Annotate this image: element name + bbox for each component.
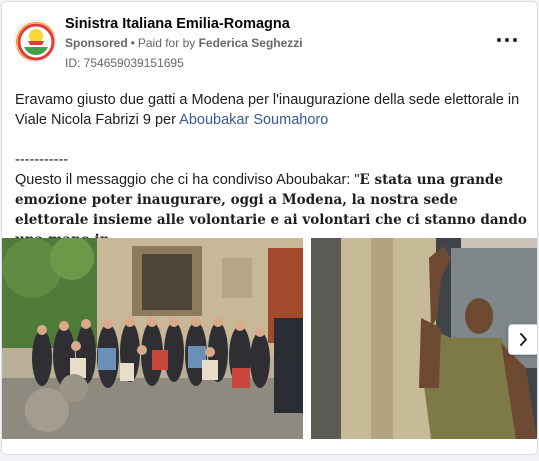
- chevron-right-icon: [520, 333, 527, 346]
- sponsored-label: Sponsored: [65, 36, 128, 50]
- paid-for-label: Paid for by: [137, 36, 196, 50]
- more-options-button[interactable]: [495, 30, 519, 50]
- carousel-next-button[interactable]: [508, 324, 537, 355]
- payer-name: Federica Seghezzi: [198, 36, 303, 50]
- group-photo[interactable]: [2, 238, 303, 439]
- more-horizontal-icon: [513, 38, 517, 42]
- raised-fist-photo-image: [311, 238, 537, 439]
- post-body: Eravamo giusto due gatti a Modena per l'…: [15, 90, 527, 250]
- sponsor-line: Sponsored • Paid for by Federica Seghezzi: [65, 36, 303, 50]
- group-photo-image: [2, 238, 303, 439]
- more-horizontal-icon: [497, 38, 501, 42]
- quote-intro: Questo il messaggio che ci ha condiviso …: [15, 172, 360, 188]
- post-paragraph: Eravamo giusto due gatti a Modena per l'…: [15, 90, 527, 130]
- text-divider: -----------: [15, 152, 69, 168]
- ad-header: Sinistra Italiana Emilia-Romagna Sponsor…: [2, 2, 537, 82]
- tagged-profile-link[interactable]: Aboubakar Soumahoro: [179, 112, 328, 128]
- ad-id: ID: 754659039151695: [65, 56, 184, 70]
- raised-fist-photo[interactable]: [311, 238, 537, 439]
- separator-dot: •: [130, 36, 135, 50]
- party-logo-icon: [16, 22, 55, 61]
- image-carousel[interactable]: [2, 238, 537, 439]
- more-horizontal-icon: [505, 38, 509, 42]
- page-name[interactable]: Sinistra Italiana Emilia-Romagna: [65, 16, 290, 32]
- page-avatar[interactable]: [14, 20, 56, 62]
- card-footer: [2, 439, 537, 454]
- ad-card: Sinistra Italiana Emilia-Romagna Sponsor…: [1, 1, 538, 455]
